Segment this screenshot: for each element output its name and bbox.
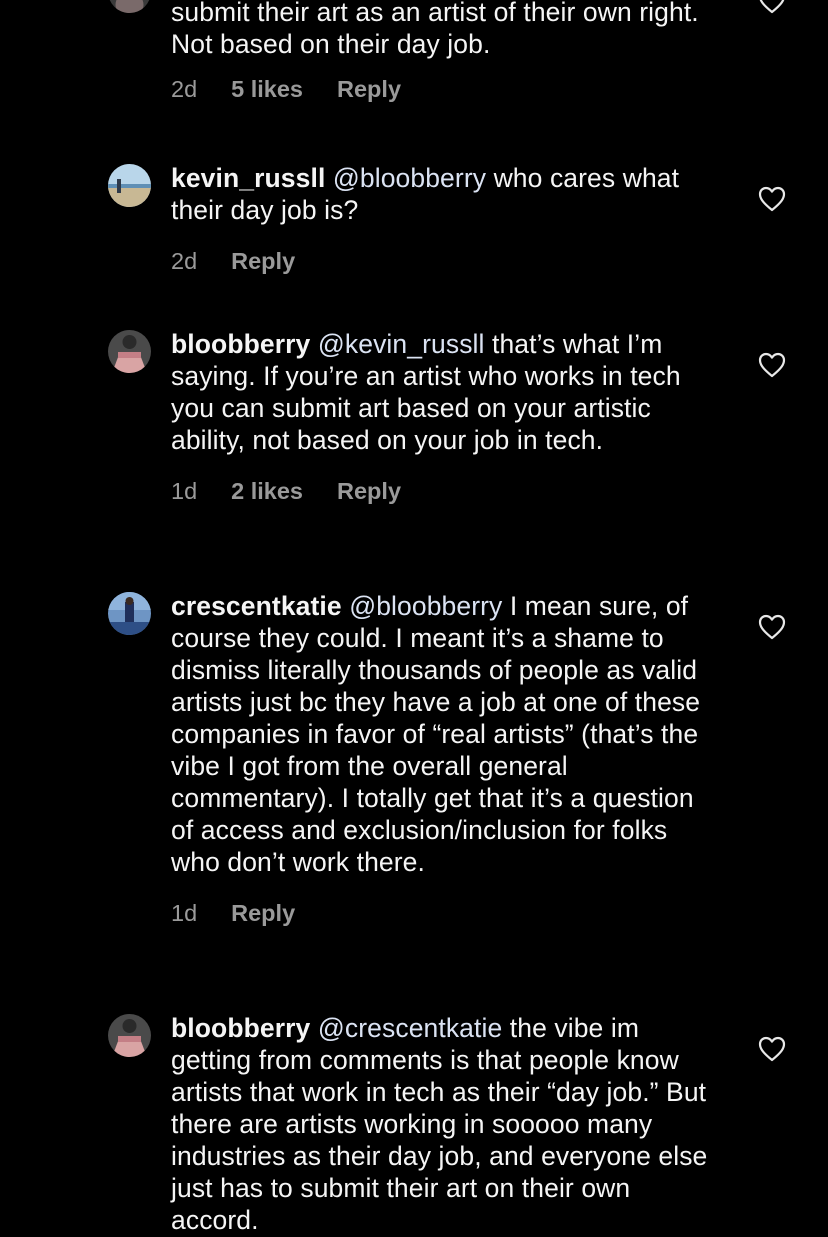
comment-mention[interactable]: @crescentkatie xyxy=(318,1013,502,1043)
comment-mention[interactable]: @kevin_russll xyxy=(318,329,485,359)
likes-count[interactable]: 5 likes xyxy=(231,74,303,104)
avatar[interactable] xyxy=(108,1014,151,1057)
comment-username[interactable]: bloobberry xyxy=(171,1013,310,1043)
heart-outline-icon[interactable] xyxy=(758,1036,786,1062)
heart-outline-icon[interactable] xyxy=(758,186,786,212)
comment-text: crescentkatie @bloobberry I mean sure, o… xyxy=(171,591,701,877)
likes-count[interactable]: 2 likes xyxy=(231,476,303,506)
heart-outline-icon[interactable] xyxy=(758,614,786,640)
comment-mention[interactable]: @bloobberry xyxy=(349,591,502,621)
avatar[interactable] xyxy=(108,592,151,635)
reply-button[interactable]: Reply xyxy=(337,476,401,506)
comment-text: bloobberry @crescentkatie the vibe im ge… xyxy=(171,1013,708,1235)
reply-button[interactable]: Reply xyxy=(337,74,401,104)
comment-username[interactable]: kevin_russll xyxy=(171,163,325,193)
avatar[interactable] xyxy=(108,0,151,13)
avatar[interactable] xyxy=(108,164,151,207)
comment-username[interactable]: crescentkatie xyxy=(171,591,342,621)
comment-mention[interactable]: @bloobberry xyxy=(333,163,486,193)
avatar[interactable] xyxy=(108,330,151,373)
reply-button[interactable]: Reply xyxy=(231,898,295,928)
comment-text: kevin_russll @bloobberry who cares what … xyxy=(171,163,680,225)
comment-text: submit their art as an artist of their o… xyxy=(171,0,699,59)
comment-timestamp: 1d xyxy=(171,478,198,504)
comment-timestamp: 1d xyxy=(171,900,198,926)
comment-text: bloobberry @kevin_russll that’s what I’m… xyxy=(171,329,681,455)
heart-outline-icon[interactable] xyxy=(758,352,786,378)
comment-timestamp: 2d xyxy=(171,76,198,102)
reply-button[interactable]: Reply xyxy=(231,246,295,276)
comment-timestamp: 2d xyxy=(171,248,198,274)
heart-outline-icon[interactable] xyxy=(758,0,786,14)
comment-username[interactable]: bloobberry xyxy=(171,329,310,359)
